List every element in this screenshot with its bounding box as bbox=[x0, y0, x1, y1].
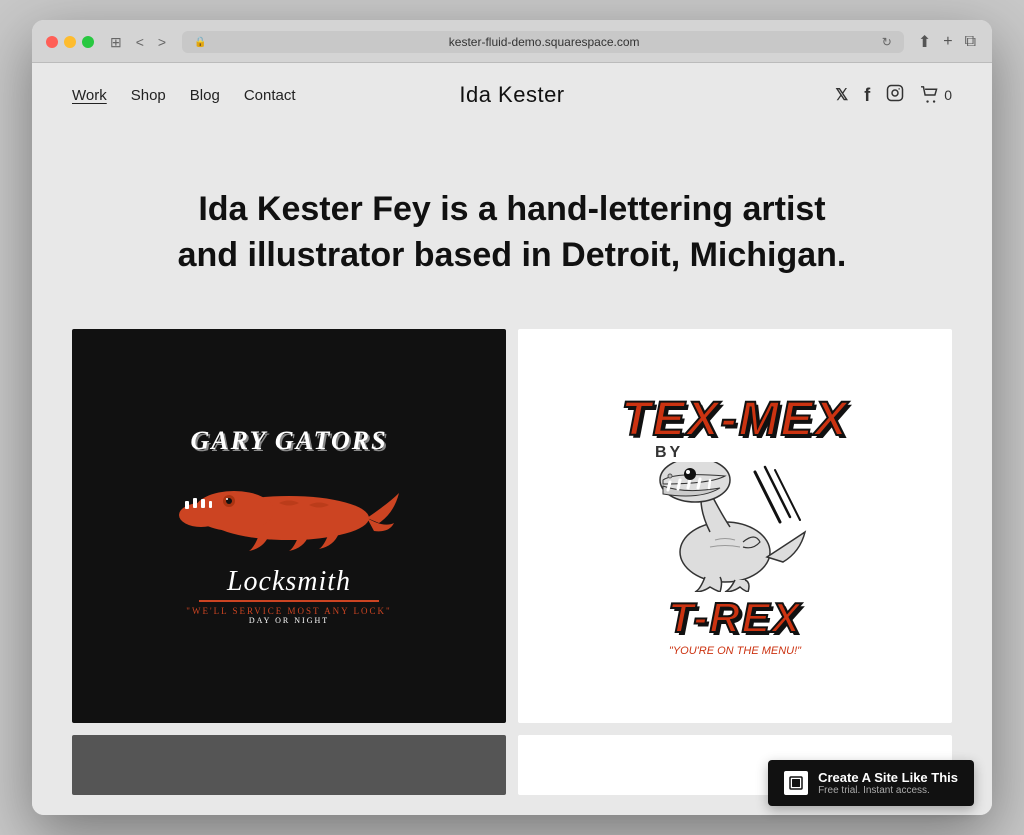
nav-right: 𝕏 f 0 bbox=[835, 84, 952, 107]
share-button[interactable]: ⬆ bbox=[916, 30, 933, 54]
minimize-button[interactable] bbox=[64, 36, 76, 48]
new-tab-button[interactable]: + bbox=[941, 31, 954, 53]
tex-mex-top-text: TEX-MEX bbox=[621, 396, 848, 444]
trex-svg bbox=[635, 462, 835, 592]
nav-left: Work Shop Blog Contact bbox=[72, 87, 296, 104]
hero-text: Ida Kester Fey is a hand-lettering artis… bbox=[172, 187, 852, 279]
facebook-icon[interactable]: f bbox=[864, 85, 870, 106]
gallery-grid: GARY GATORS bbox=[32, 329, 992, 736]
nav-work[interactable]: Work bbox=[72, 87, 107, 104]
site-title[interactable]: Ida Kester bbox=[459, 82, 564, 108]
gallery-item-gary-gators[interactable]: GARY GATORS bbox=[72, 329, 506, 724]
sidebar-toggle-button[interactable]: ⊞ bbox=[106, 32, 126, 53]
cart-area[interactable]: 0 bbox=[920, 86, 952, 104]
forward-button[interactable]: > bbox=[154, 32, 170, 52]
hero-section: Ida Kester Fey is a hand-lettering artis… bbox=[32, 127, 992, 329]
cart-icon bbox=[920, 86, 940, 104]
tex-text: TEX bbox=[621, 393, 720, 446]
tex-mex-illustration: TEX-MEX BY bbox=[611, 386, 858, 667]
back-button[interactable]: < bbox=[132, 32, 148, 52]
browser-chrome: ⊞ < > 🔒 kester-fluid-demo.squarespace.co… bbox=[32, 20, 992, 63]
traffic-lights bbox=[46, 36, 94, 48]
gary-gators-tagline: "WE'LL SERVICE MOST ANY LOCK" bbox=[179, 606, 399, 616]
gary-gators-illustration: GARY GATORS bbox=[179, 427, 399, 626]
squarespace-text: Create A Site Like This Free trial. Inst… bbox=[818, 770, 958, 796]
browser-window: ⊞ < > 🔒 kester-fluid-demo.squarespace.co… bbox=[32, 20, 992, 815]
cart-count: 0 bbox=[944, 87, 952, 103]
tex-rex-quote: "YOU'RE ON THE MENU!" bbox=[621, 645, 848, 657]
nav-shop[interactable]: Shop bbox=[131, 87, 166, 104]
tex-dash: - bbox=[721, 393, 739, 446]
browser-controls: ⊞ < > bbox=[106, 32, 170, 53]
instagram-icon[interactable] bbox=[886, 84, 904, 107]
gallery-item-tex-mex[interactable]: TEX-MEX BY bbox=[518, 329, 952, 724]
twitter-icon[interactable]: 𝕏 bbox=[835, 85, 848, 105]
mex-text: MEX bbox=[739, 393, 849, 446]
site-content: Work Shop Blog Contact Ida Kester 𝕏 f bbox=[32, 63, 992, 815]
close-button[interactable] bbox=[46, 36, 58, 48]
gallery-bottom-left[interactable] bbox=[72, 735, 506, 795]
tex-by-text: BY bbox=[635, 444, 835, 462]
maximize-button[interactable] bbox=[82, 36, 94, 48]
squarespace-banner[interactable]: Create A Site Like This Free trial. Inst… bbox=[768, 760, 974, 806]
gary-gators-tagline-sub: DAY OR NIGHT bbox=[179, 616, 399, 625]
gator-svg bbox=[179, 463, 399, 553]
reload-button[interactable]: ↻ bbox=[882, 35, 892, 49]
windows-button[interactable]: ⧉ bbox=[963, 31, 978, 53]
underline-decoration bbox=[199, 600, 379, 602]
tex-rex-bottom-text: T-REX bbox=[621, 597, 848, 639]
nav-blog[interactable]: Blog bbox=[190, 87, 220, 104]
browser-actions: ⬆ + ⧉ bbox=[916, 30, 978, 54]
squarespace-sub-text: Free trial. Instant access. bbox=[818, 785, 958, 796]
squarespace-logo bbox=[784, 771, 808, 795]
lock-icon: 🔒 bbox=[194, 37, 206, 48]
site-nav: Work Shop Blog Contact Ida Kester 𝕏 f bbox=[32, 63, 992, 127]
trex-wrapper: BY bbox=[621, 444, 848, 597]
url-text: kester-fluid-demo.squarespace.com bbox=[213, 35, 876, 49]
address-bar[interactable]: 🔒 kester-fluid-demo.squarespace.com ↻ bbox=[182, 31, 904, 53]
gary-gators-subtitle: Locksmith bbox=[179, 566, 399, 598]
nav-contact[interactable]: Contact bbox=[244, 87, 296, 104]
gary-gators-title: GARY GATORS bbox=[179, 427, 399, 456]
squarespace-main-text: Create A Site Like This bbox=[818, 770, 958, 785]
